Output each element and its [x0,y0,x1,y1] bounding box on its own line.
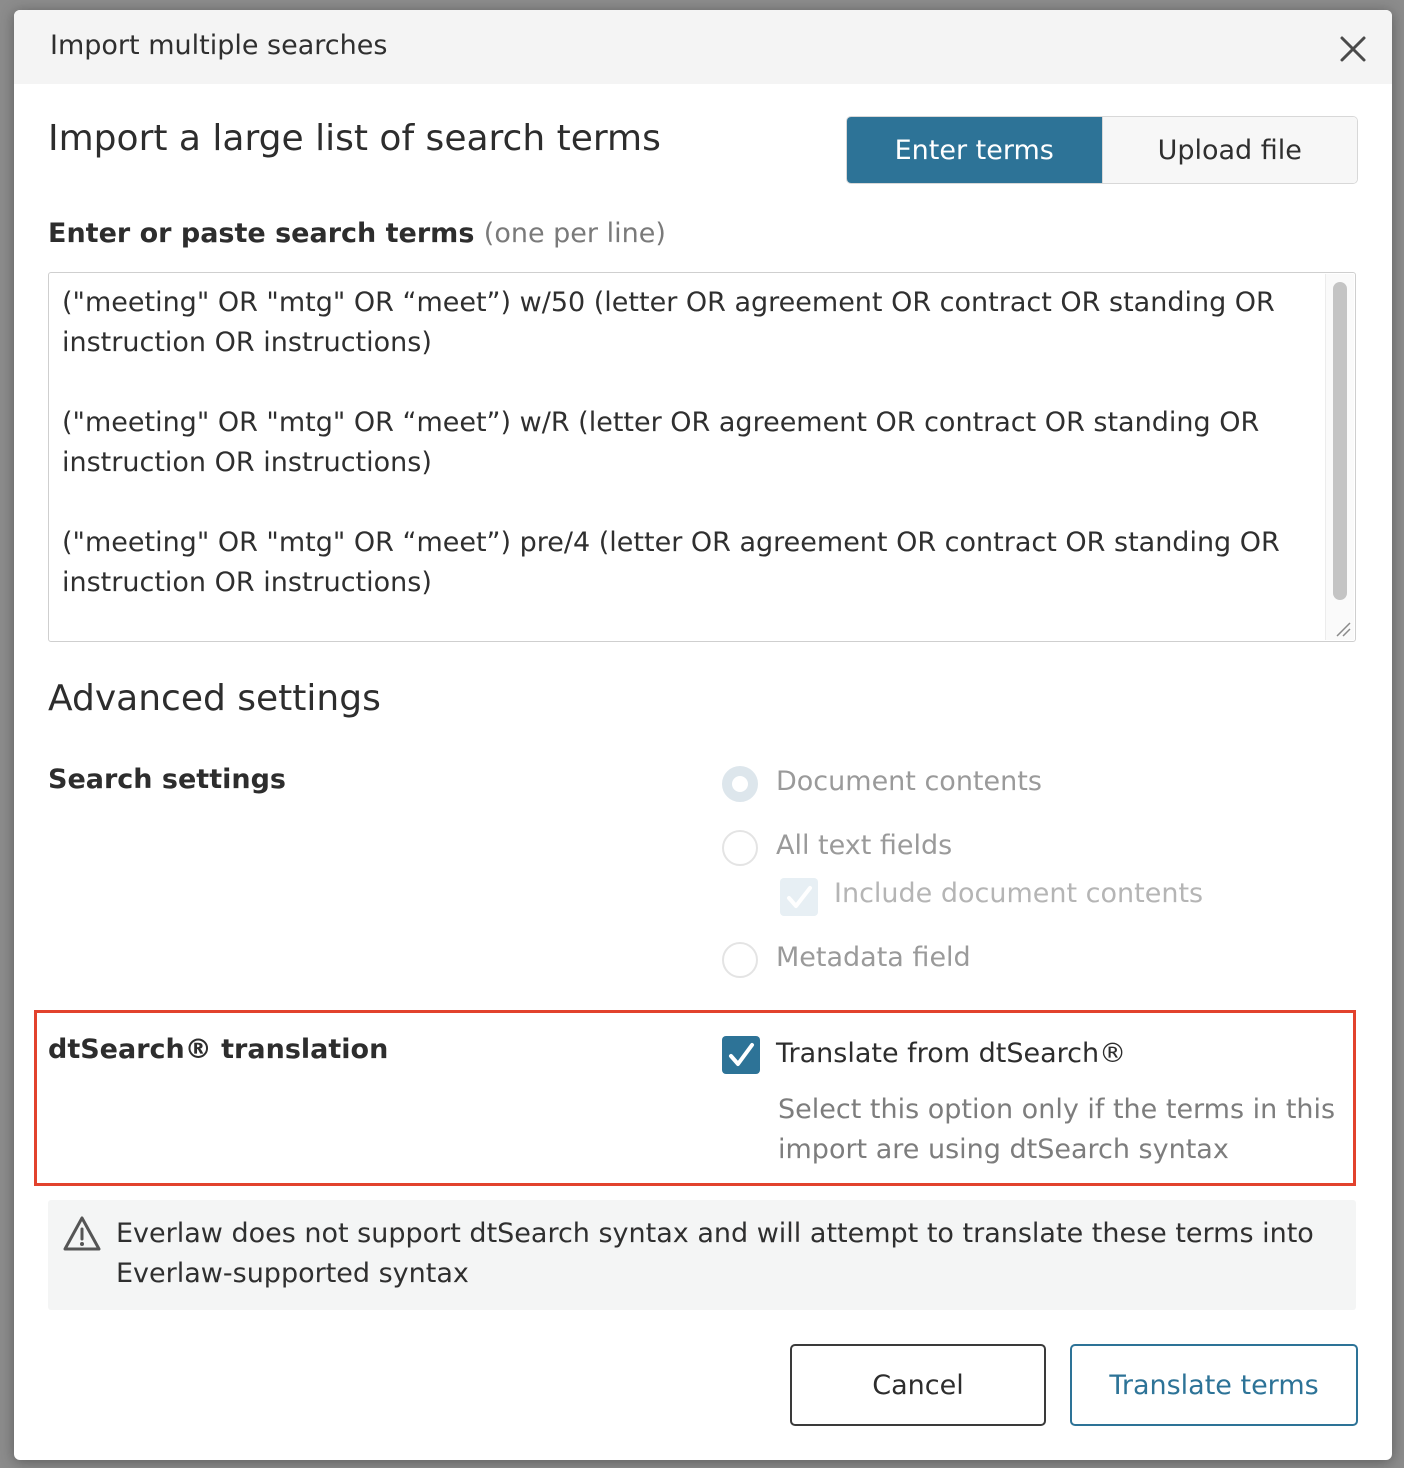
input-mode-toggle: Enter terms Upload file [846,116,1358,184]
translate-terms-button[interactable]: Translate terms [1070,1344,1358,1426]
radio-all-text-fields[interactable] [722,830,758,866]
terms-field-hint: (one per line) [483,218,666,249]
option-include-contents: Include document contents [834,878,1204,909]
resize-handle-icon[interactable] [1331,617,1353,639]
scrollbar-thumb[interactable] [1333,282,1347,600]
advanced-settings-title: Advanced settings [48,678,381,719]
import-searches-dialog: Import multiple searches Import a large … [14,10,1392,1460]
translate-dtsearch-checkbox[interactable] [722,1036,760,1074]
close-icon[interactable] [1336,32,1370,66]
import-section-title: Import a large list of search terms [48,118,661,159]
dtsearch-description: Select this option only if the terms in … [778,1094,1336,1165]
warning-banner: Everlaw does not support dtSearch syntax… [48,1200,1356,1310]
check-icon [729,1043,754,1066]
dialog-header: Import multiple searches [14,10,1392,84]
include-contents-checkbox[interactable] [780,878,818,916]
textarea-scrollbar[interactable] [1325,274,1354,640]
tab-enter-terms[interactable]: Enter terms [847,117,1102,183]
radio-document-contents[interactable] [722,766,758,802]
check-icon [787,886,812,908]
warning-icon [62,1214,102,1254]
option-all-text-fields: All text fields [776,830,953,861]
radio-metadata-field[interactable] [722,942,758,978]
warning-text: Everlaw does not support dtSearch syntax… [116,1218,1314,1289]
terms-field-label: Enter or paste search terms (one per lin… [48,218,666,249]
dtsearch-label: dtSearch® translation [48,1034,389,1065]
search-terms-textarea[interactable]: ("meeting" OR "mtg" OR “meet”) w/50 (let… [48,272,1356,642]
terms-field-label-text: Enter or paste search terms [48,218,475,249]
cancel-button[interactable]: Cancel [790,1344,1046,1426]
dialog-title: Import multiple searches [50,30,388,61]
search-settings-label: Search settings [48,764,286,795]
search-terms-value: ("meeting" OR "mtg" OR “meet”) w/50 (let… [62,287,1280,598]
option-metadata-field: Metadata field [776,942,971,973]
option-document-contents: Document contents [776,766,1042,797]
tab-upload-file[interactable]: Upload file [1101,117,1357,183]
translate-dtsearch-label: Translate from dtSearch® [776,1038,1127,1069]
